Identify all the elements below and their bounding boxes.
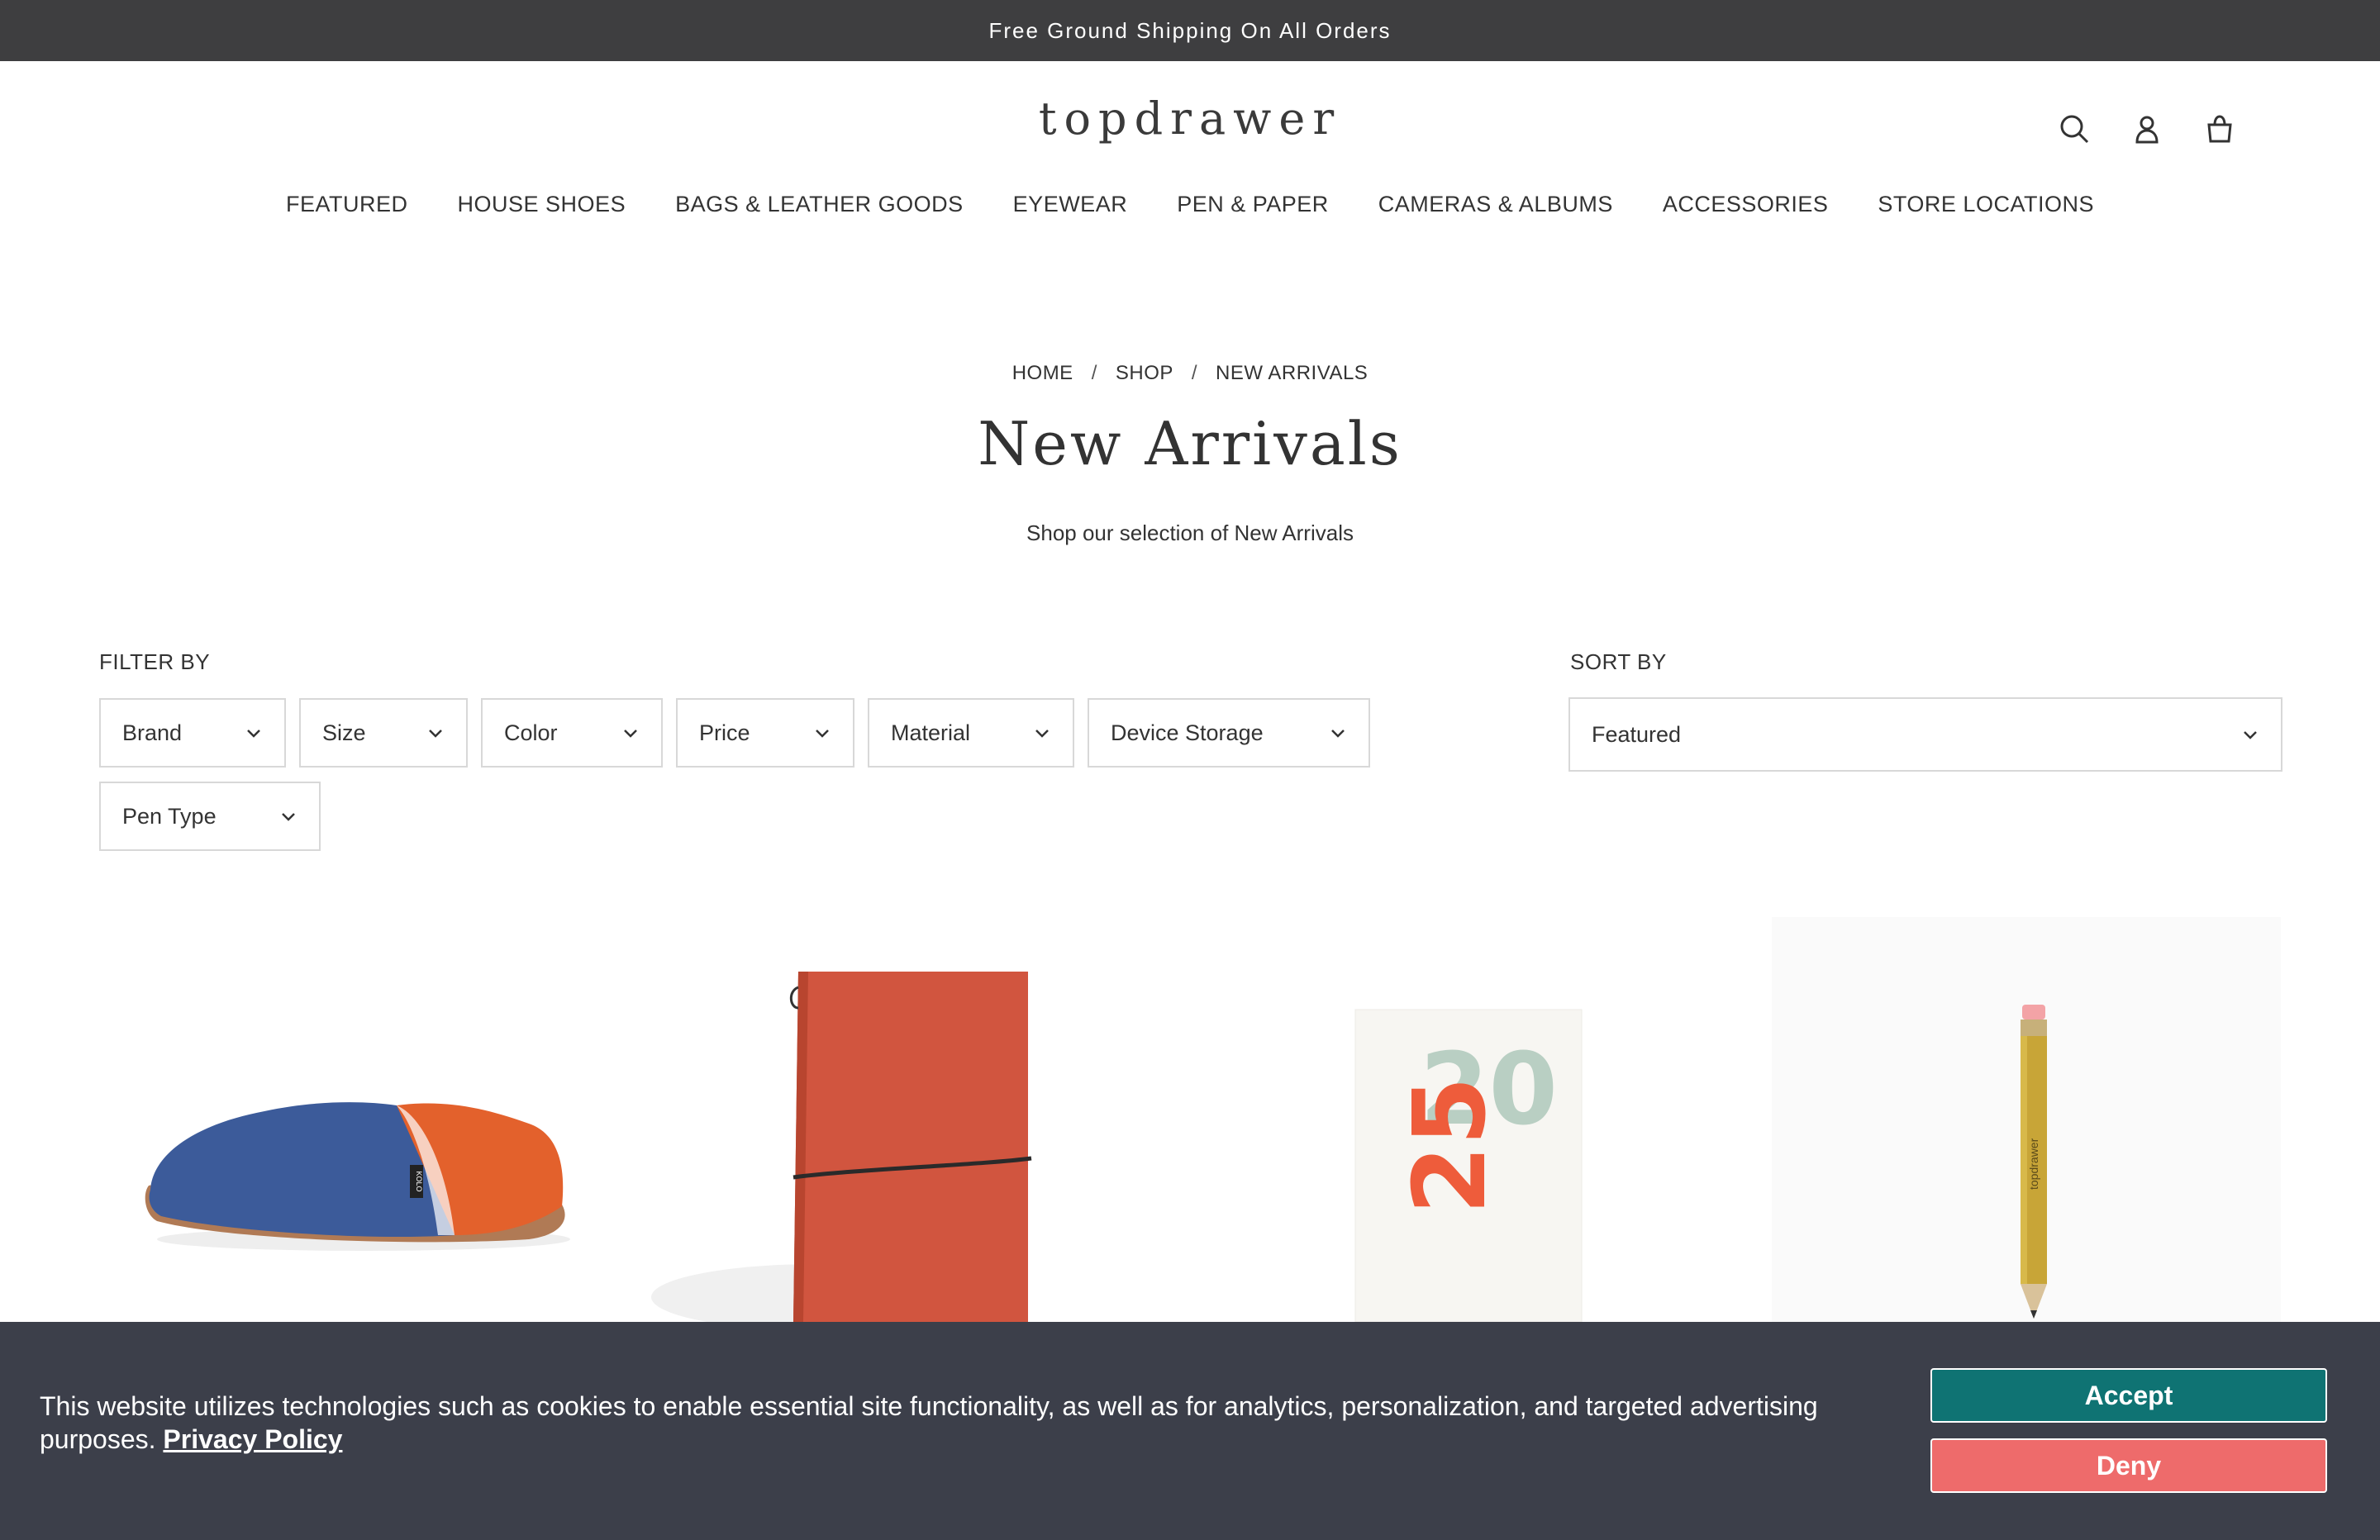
filter-size-label: Size (322, 720, 366, 745)
pencil-imprint: topdrawer (2027, 1138, 2040, 1190)
chevron-down-icon (624, 730, 637, 738)
nav-item-house-shoes[interactable]: HOUSE SHOES (458, 192, 626, 217)
filter-price-label: Price (699, 720, 750, 745)
filter-material-label: Material (891, 720, 971, 745)
main-nav: FEATURED HOUSE SHOES BAGS & LEATHER GOOD… (0, 192, 2380, 217)
search-icon[interactable] (2058, 112, 2091, 145)
chevron-down-icon (1331, 730, 1345, 738)
breadcrumb-home[interactable]: HOME (1012, 362, 1073, 385)
filter-color-dropdown[interactable]: Color (481, 698, 663, 768)
page-subtitle: Shop our selection of New Arrivals (1026, 520, 1354, 545)
planner-digits-bottom: 25 (1393, 1077, 1508, 1214)
privacy-policy-link[interactable]: Privacy Policy (163, 1424, 342, 1454)
page-title: New Arrivals (978, 409, 1402, 478)
nav-item-cameras-albums[interactable]: CAMERAS & ALBUMS (1378, 192, 1613, 217)
filter-device-storage-dropdown[interactable]: Device Storage (1088, 698, 1370, 768)
filter-material-dropdown[interactable]: Material (868, 698, 1074, 768)
filter-pen-type-label: Pen Type (122, 803, 217, 829)
product-card[interactable]: 20 25 (1203, 917, 1712, 1322)
filter-pen-type-dropdown[interactable]: Pen Type (99, 782, 321, 851)
chevron-down-icon (1035, 730, 1049, 738)
nav-item-bags-leather-goods[interactable]: BAGS & LEATHER GOODS (675, 192, 964, 217)
nav-item-eyewear[interactable]: EYEWEAR (1013, 192, 1128, 217)
filter-color-label: Color (504, 720, 558, 745)
nav-item-store-locations[interactable]: STORE LOCATIONS (1878, 192, 2094, 217)
product-image-notebook (651, 972, 1032, 1322)
accept-button[interactable]: Accept (1930, 1368, 2327, 1423)
account-icon[interactable] (2130, 112, 2163, 145)
chevron-down-icon (816, 730, 829, 738)
breadcrumb-shop[interactable]: SHOP (1116, 362, 1173, 385)
logo[interactable]: topdrawer (0, 93, 2380, 145)
breadcrumb-current: NEW ARRIVALS (1216, 362, 1368, 384)
chevron-down-icon (2244, 731, 2257, 739)
cart-icon[interactable] (2203, 112, 2236, 145)
product-card[interactable]: KOLO (99, 917, 608, 1322)
sort-selected-value: Featured (1592, 721, 1682, 747)
filter-by-label: FILTER BY (99, 649, 211, 674)
product-image-slipper: KOLO (145, 1102, 570, 1251)
product-card[interactable]: topdrawer (1772, 917, 2281, 1322)
chevron-down-icon (282, 813, 295, 821)
filter-brand-label: Brand (122, 720, 183, 745)
filter-device-storage-label: Device Storage (1111, 720, 1264, 745)
breadcrumb-separator: / (1091, 362, 1097, 384)
nav-item-accessories[interactable]: ACCESSORIES (1663, 192, 1829, 217)
filter-size-dropdown[interactable]: Size (299, 698, 468, 768)
filter-price-dropdown[interactable]: Price (676, 698, 854, 768)
announcement-text: Free Ground Shipping On All Orders (988, 17, 1392, 43)
product-card[interactable] (651, 917, 1160, 1322)
breadcrumb-separator: / (1191, 362, 1198, 384)
cookie-message-block: This website utilizes technologies such … (40, 1390, 1858, 1456)
chevron-down-icon (429, 730, 442, 738)
product-image-pencil: topdrawer (2021, 1005, 2047, 1319)
nav-item-featured[interactable]: FEATURED (286, 192, 408, 217)
sort-dropdown[interactable]: Featured (1568, 697, 2282, 772)
sort-by-label: SORT BY (1570, 649, 1667, 674)
announcement-bar: Free Ground Shipping On All Orders (0, 0, 2380, 61)
deny-button[interactable]: Deny (1930, 1438, 2327, 1493)
product-image-planner: 20 25 (1354, 1009, 1583, 1322)
chevron-down-icon (247, 730, 260, 738)
slipper-tag-text: KOLO (415, 1171, 423, 1191)
nav-item-pen-paper[interactable]: PEN & PAPER (1177, 192, 1329, 217)
breadcrumb: HOME / SHOP / NEW ARRIVALS (0, 362, 2380, 385)
filter-brand-dropdown[interactable]: Brand (99, 698, 286, 768)
cookie-banner: This website utilizes technologies such … (0, 1322, 2380, 1540)
